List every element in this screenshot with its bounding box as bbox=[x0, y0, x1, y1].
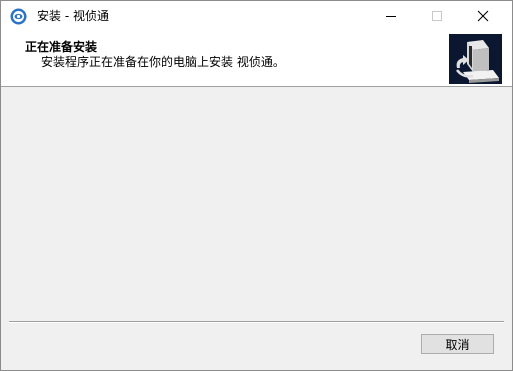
close-icon bbox=[477, 7, 489, 26]
wizard-header: 正在准备安装 安装程序正在准备在你的电脑上安装 视侦通。 bbox=[1, 32, 512, 87]
maximize-button bbox=[414, 1, 460, 31]
close-button[interactable] bbox=[460, 1, 506, 31]
minimize-button[interactable] bbox=[368, 1, 414, 31]
installer-window: 安装 - 视侦通 正在准备安装 安装程序正在准备在你的电脑上安装 视侦通。 取消 bbox=[0, 0, 513, 371]
footer-divider bbox=[9, 321, 504, 323]
cancel-button[interactable]: 取消 bbox=[421, 334, 494, 354]
page-title: 正在准备安装 bbox=[25, 40, 98, 54]
page-subtitle: 安装程序正在准备在你的电脑上安装 视侦通。 bbox=[41, 55, 285, 69]
minimize-icon bbox=[385, 7, 397, 26]
maximize-icon bbox=[431, 7, 443, 26]
window-title: 安装 - 视侦通 bbox=[37, 9, 109, 23]
wizard-content bbox=[1, 87, 512, 321]
title-bar[interactable]: 安装 - 视侦通 bbox=[1, 1, 512, 32]
installer-logo bbox=[449, 34, 502, 84]
app-icon bbox=[10, 8, 27, 25]
